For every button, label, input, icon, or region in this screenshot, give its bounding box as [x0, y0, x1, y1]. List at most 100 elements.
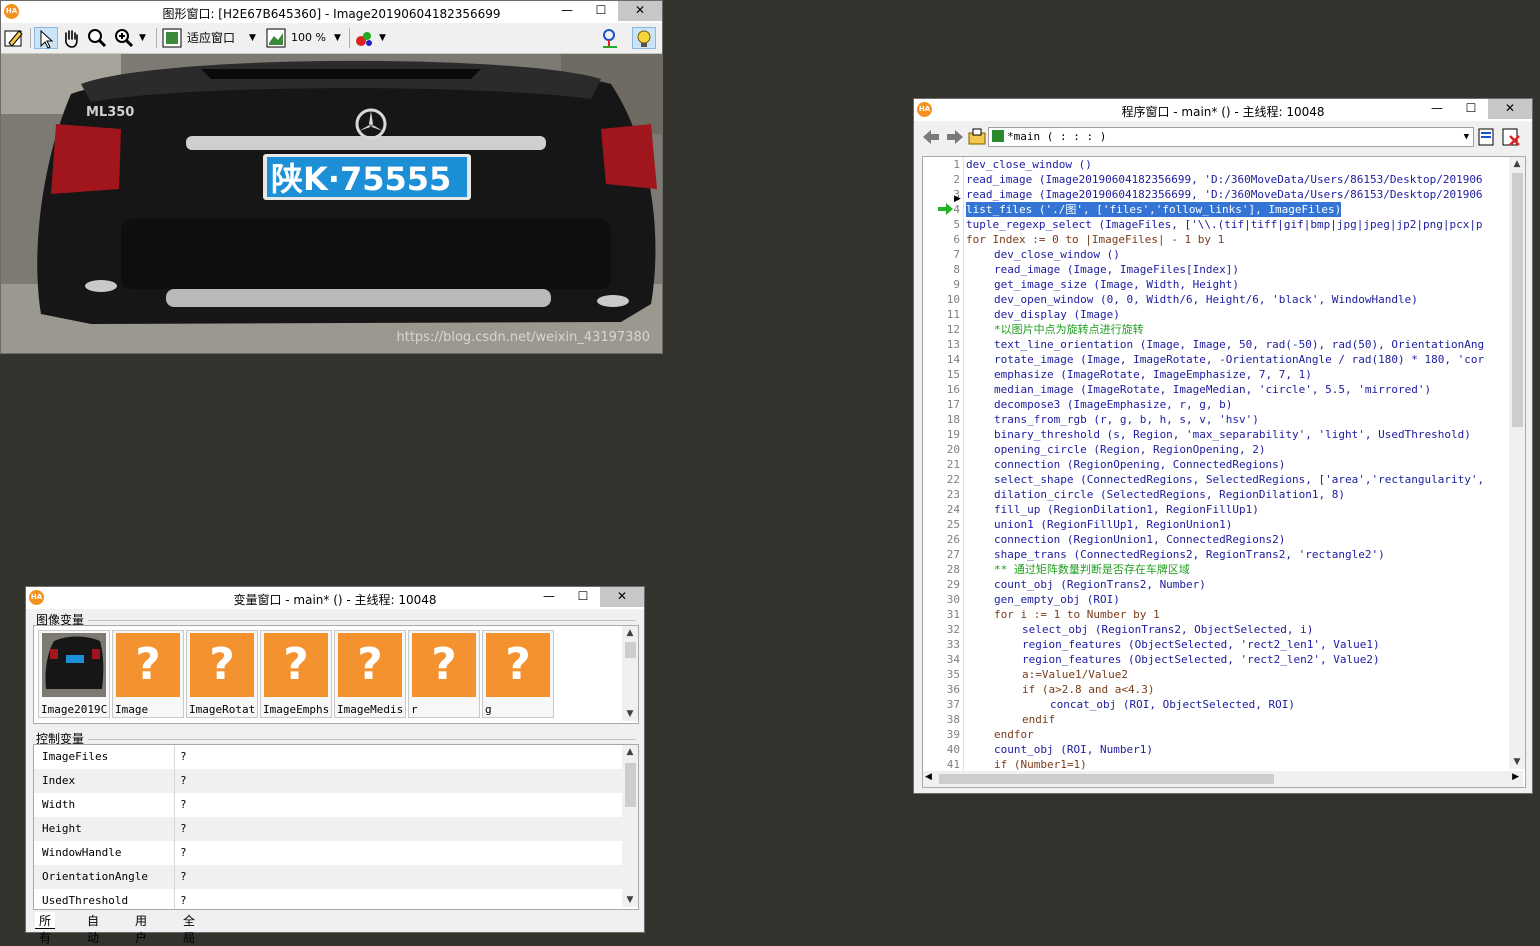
- lightbulb-icon[interactable]: [632, 27, 656, 49]
- maximize-button[interactable]: ☐: [566, 587, 600, 607]
- code-line[interactable]: 24 fill_up (RegionDilation1, RegionFillUp…: [923, 502, 1509, 517]
- code-line[interactable]: 8 read_image (Image, ImageFiles[Index]): [923, 262, 1509, 277]
- procedure-select[interactable]: *main ( : : : ) ▼: [988, 127, 1474, 147]
- scroll-right-icon[interactable]: ▶: [1512, 772, 1519, 782]
- minimize-button[interactable]: —: [550, 1, 584, 21]
- code-line[interactable]: 17 decompose3 (ImageEmphasize, r, g, b): [923, 397, 1509, 412]
- code-line[interactable]: 6 for Index := 0 to |ImageFiles| - 1 by 1: [923, 232, 1509, 247]
- iconic-vertical-scrollbar[interactable]: ▲ ▼: [622, 626, 638, 721]
- tab-all[interactable]: 所有: [35, 912, 56, 945]
- code-line[interactable]: 26 connection (RegionUnion1, ConnectedReg…: [923, 532, 1509, 547]
- scroll-thumb[interactable]: [1512, 173, 1523, 427]
- code-line[interactable]: 39 endfor: [923, 727, 1509, 742]
- code-line[interactable]: 38 endif: [923, 712, 1509, 727]
- scroll-up-icon[interactable]: ▲: [622, 626, 638, 640]
- code-line[interactable]: 22 select_shape (ConnectedRegions, Select…: [923, 472, 1509, 487]
- control-var-row[interactable]: Width ?: [34, 793, 622, 817]
- iconic-var-thumb[interactable]: ? Image: [112, 630, 184, 718]
- control-var-row[interactable]: Height ?: [34, 817, 622, 841]
- code-line[interactable]: 23 dilation_circle (SelectedRegions, Regi…: [923, 487, 1509, 502]
- code-line[interactable]: 28 ** 通过矩阵数量判断是否存在车牌区域: [923, 562, 1509, 577]
- close-button[interactable]: ✕: [618, 1, 662, 21]
- inspect-icon[interactable]: [599, 27, 623, 49]
- scroll-down-icon[interactable]: ▼: [1509, 755, 1525, 769]
- control-var-row[interactable]: WindowHandle ?: [34, 841, 622, 865]
- iconic-var-thumb[interactable]: ? ImageRotat: [186, 630, 258, 718]
- zoom-percent-label[interactable]: 100 %: [291, 27, 326, 49]
- iconic-var-thumb[interactable]: ? g: [482, 630, 554, 718]
- code-line[interactable]: 19 binary_threshold (s, Region, 'max_sepa…: [923, 427, 1509, 442]
- minimize-button[interactable]: —: [532, 587, 566, 607]
- control-var-row[interactable]: OrientationAngle ?: [34, 865, 622, 889]
- code-line[interactable]: 35 a:=Value1/Value2: [923, 667, 1509, 682]
- iconic-var-thumb[interactable]: ? ImageEmphs: [260, 630, 332, 718]
- code-line[interactable]: 41 if (Number1=1): [923, 757, 1509, 771]
- control-var-row[interactable]: Index ?: [34, 769, 622, 793]
- code-line[interactable]: 40 count_obj (ROI, Number1): [923, 742, 1509, 757]
- edit-pencil-icon[interactable]: [3, 27, 27, 49]
- program-horizontal-scrollbar[interactable]: ◀ ▶: [923, 771, 1523, 787]
- code-line[interactable]: 29 count_obj (RegionTrans2, Number): [923, 577, 1509, 592]
- fit-window-icon[interactable]: [161, 27, 185, 49]
- code-line[interactable]: 9 get_image_size (Image, Width, Height): [923, 277, 1509, 292]
- code-line[interactable]: 20 opening_circle (Region, RegionOpening,…: [923, 442, 1509, 457]
- forward-arrow-icon[interactable]: [944, 126, 968, 148]
- scroll-thumb[interactable]: [625, 642, 636, 658]
- code-line[interactable]: 14 rotate_image (Image, ImageRotate, -Ori…: [923, 352, 1509, 367]
- tab-global[interactable]: 全局: [179, 912, 199, 945]
- pointer-icon[interactable]: [34, 27, 58, 49]
- zoom-in-icon[interactable]: [113, 27, 137, 49]
- tab-user[interactable]: 用户: [131, 912, 151, 945]
- scroll-down-icon[interactable]: ▼: [622, 893, 638, 907]
- car-image-display[interactable]: ML350 陕K·75555 https://blog.csdn.net/wei…: [1, 54, 662, 353]
- program-window-titlebar[interactable]: HA 程序窗口 - main* () - 主线程: 10048 — ☐ ✕: [914, 99, 1532, 121]
- scroll-up-icon[interactable]: ▲: [1509, 157, 1525, 171]
- magnifier-icon[interactable]: [86, 27, 110, 49]
- code-line[interactable]: 2 read_image (Image20190604182356699, 'D:…: [923, 172, 1509, 187]
- code-line[interactable]: 7 dev_close_window (): [923, 247, 1509, 262]
- zoom-percent-icon[interactable]: [265, 27, 289, 49]
- code-line[interactable]: 34 region_features (ObjectSelected, 'rect…: [923, 652, 1509, 667]
- code-line[interactable]: 36 if (a>2.8 and a<4.3): [923, 682, 1509, 697]
- code-line[interactable]: 31 for i := 1 to Number by 1: [923, 607, 1509, 622]
- iconic-var-thumb[interactable]: ? r: [408, 630, 480, 718]
- iconic-var-thumb[interactable]: ? ImageMedis: [334, 630, 406, 718]
- code-line[interactable]: 30 gen_empty_obj (ROI): [923, 592, 1509, 607]
- close-button[interactable]: ✕: [600, 587, 644, 607]
- procedure-folder-icon[interactable]: [966, 126, 990, 148]
- code-line[interactable]: 4 list_files ('./图', ['files','follow_lin…: [923, 202, 1509, 217]
- code-line[interactable]: 1 dev_close_window (): [923, 157, 1509, 172]
- zoom-percent-dropdown-icon[interactable]: ▼: [334, 27, 341, 49]
- program-vertical-scrollbar[interactable]: ▲ ▼: [1509, 157, 1525, 769]
- program-editor[interactable]: 1 dev_close_window () 2 read_image (Image20…: [922, 156, 1526, 788]
- control-var-row[interactable]: UsedThreshold ?: [34, 889, 622, 909]
- scroll-up-icon[interactable]: ▲: [622, 745, 638, 759]
- code-line[interactable]: 18 trans_from_rgb (r, g, b, h, s, v, 'hsv…: [923, 412, 1509, 427]
- minimize-button[interactable]: —: [1420, 99, 1454, 119]
- code-line[interactable]: 32 select_obj (RegionTrans2, ObjectSelect…: [923, 622, 1509, 637]
- iconic-var-thumb[interactable]: Image2019C: [38, 630, 110, 718]
- code-line[interactable]: 33 region_features (ObjectSelected, 'rect…: [923, 637, 1509, 652]
- control-vertical-scrollbar[interactable]: ▲ ▼: [622, 745, 638, 907]
- back-arrow-icon[interactable]: [920, 126, 944, 148]
- code-line[interactable]: 12 *以图片中点为旋转点进行旋转: [923, 322, 1509, 337]
- code-line[interactable]: 21 connection (RegionOpening, ConnectedRe…: [923, 457, 1509, 472]
- variable-window-titlebar[interactable]: HA 变量窗口 - main* () - 主线程: 10048 — ☐ ✕: [26, 587, 644, 609]
- code-line[interactable]: 37 concat_obj (ROI, ObjectSelected, ROI): [923, 697, 1509, 712]
- code-line[interactable]: 16 median_image (ImageRotate, ImageMedian…: [923, 382, 1509, 397]
- chevron-down-icon[interactable]: ▼: [1464, 128, 1469, 146]
- scroll-thumb[interactable]: [939, 774, 1274, 784]
- fit-window-label[interactable]: 适应窗口: [187, 27, 235, 49]
- code-line[interactable]: 3 read_image (Image20190604182356699, 'D:…: [923, 187, 1509, 202]
- tab-auto[interactable]: 自动: [83, 912, 103, 945]
- hand-pan-icon[interactable]: [60, 27, 84, 49]
- color-settings-icon[interactable]: [353, 27, 377, 49]
- scroll-down-icon[interactable]: ▼: [622, 707, 638, 721]
- code-line[interactable]: 15 emphasize (ImageRotate, ImageEmphasize…: [923, 367, 1509, 382]
- code-line[interactable]: 13 text_line_orientation (Image, Image, 5…: [923, 337, 1509, 352]
- fit-dropdown-icon[interactable]: ▼: [249, 27, 256, 49]
- code-line[interactable]: 11 dev_display (Image): [923, 307, 1509, 322]
- maximize-button[interactable]: ☐: [584, 1, 618, 21]
- color-dropdown-icon[interactable]: ▼: [379, 27, 386, 49]
- close-button[interactable]: ✕: [1488, 99, 1532, 119]
